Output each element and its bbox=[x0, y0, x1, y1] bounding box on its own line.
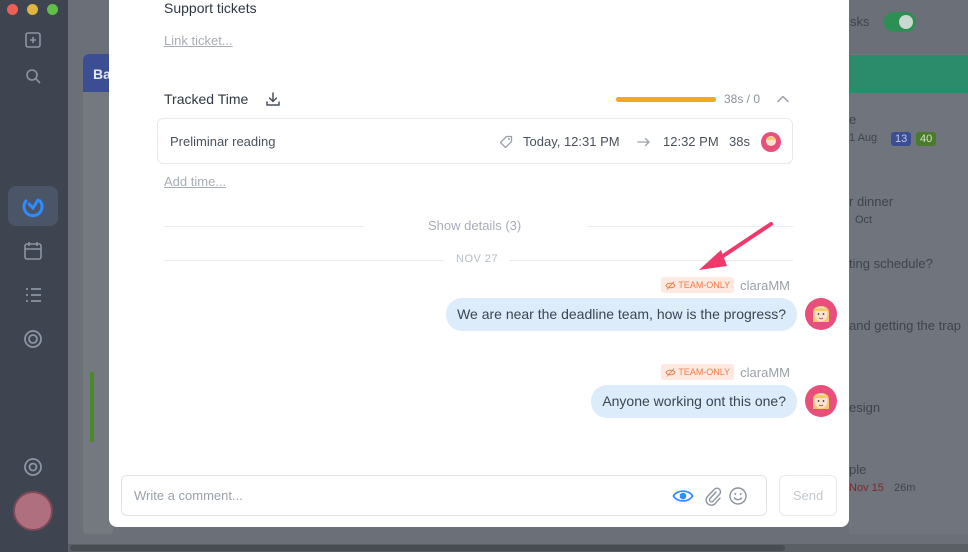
add-time-link[interactable]: Add time... bbox=[164, 174, 226, 189]
window-close-button[interactable] bbox=[7, 4, 18, 15]
background-right-column bbox=[849, 54, 968, 534]
team-only-badge: TEAM-ONLY bbox=[661, 277, 735, 293]
eye-slash-icon bbox=[665, 367, 676, 377]
background-item: 1 Aug bbox=[849, 132, 878, 144]
list-icon[interactable] bbox=[21, 284, 45, 308]
annotation-arrow-icon bbox=[699, 222, 773, 270]
background-item: ple bbox=[849, 462, 867, 477]
search-icon[interactable] bbox=[21, 66, 45, 90]
tracked-time-summary: 38s / 0 bbox=[724, 92, 761, 106]
download-icon[interactable] bbox=[264, 90, 282, 108]
eye-slash-icon bbox=[665, 280, 676, 290]
time-entry-duration: 38s bbox=[729, 134, 750, 149]
background-card-marker bbox=[90, 372, 94, 442]
divider bbox=[164, 260, 444, 261]
show-details-button[interactable]: Show details (3) bbox=[428, 218, 521, 233]
comment-composer bbox=[121, 475, 767, 516]
author-avatar bbox=[805, 298, 837, 330]
arrow-right-icon bbox=[637, 137, 650, 147]
background-toggle bbox=[884, 12, 916, 32]
send-button[interactable]: Send bbox=[779, 475, 837, 516]
message-author: claraMM bbox=[740, 277, 790, 293]
time-progress-bar bbox=[616, 97, 716, 102]
time-entry-end[interactable]: 12:32 PM bbox=[663, 134, 719, 149]
background-item: 26m bbox=[894, 482, 916, 494]
time-entry-row[interactable]: Preliminar reading Today, 12:31 PM 12:32… bbox=[157, 118, 793, 164]
message-bubble: We are near the deadline team, how is th… bbox=[446, 298, 797, 331]
app-sidebar bbox=[0, 0, 68, 552]
message-author: claraMM bbox=[740, 364, 790, 380]
calendar-icon[interactable] bbox=[21, 240, 45, 264]
divider bbox=[164, 226, 364, 227]
background-scrollbar-thumb[interactable] bbox=[70, 545, 785, 551]
window-zoom-button[interactable] bbox=[47, 4, 58, 15]
time-entry-name: Preliminar reading bbox=[170, 134, 276, 149]
chevron-up-icon[interactable] bbox=[776, 92, 790, 106]
paperclip-icon[interactable] bbox=[702, 486, 724, 506]
reports-icon[interactable] bbox=[21, 328, 45, 352]
background-right-column-header bbox=[849, 55, 968, 93]
background-item: and getting the trap bbox=[849, 318, 962, 333]
link-ticket-link[interactable]: Link ticket... bbox=[164, 33, 233, 48]
background-item: Oct bbox=[855, 214, 873, 226]
user-avatar[interactable] bbox=[13, 491, 53, 531]
eye-icon[interactable] bbox=[672, 486, 694, 506]
window-minimize-button[interactable] bbox=[27, 4, 38, 15]
entry-user-avatar bbox=[761, 132, 781, 152]
background-badge: 13 bbox=[891, 132, 912, 146]
background-item: esign bbox=[849, 400, 881, 415]
tag-icon[interactable] bbox=[498, 134, 514, 150]
help-icon[interactable] bbox=[21, 456, 45, 480]
message-meta: TEAM-ONLY claraMM bbox=[661, 277, 790, 293]
message-bubble: Anyone working ont this one? bbox=[591, 385, 797, 418]
new-item-icon[interactable] bbox=[21, 30, 45, 54]
date-separator: NOV 27 bbox=[456, 253, 499, 265]
task-detail-modal: Support tickets Link ticket... Tracked T… bbox=[109, 0, 849, 527]
time-entry-start[interactable]: Today, 12:31 PM bbox=[523, 134, 620, 149]
home-logo-icon[interactable] bbox=[8, 186, 58, 226]
tracked-time-title: Tracked Time bbox=[164, 91, 249, 107]
author-avatar bbox=[805, 385, 837, 417]
team-only-badge: TEAM-ONLY bbox=[661, 364, 735, 380]
background-item: ting schedule? bbox=[849, 256, 933, 271]
background-item: e bbox=[849, 112, 857, 127]
time-progress-fill bbox=[616, 97, 716, 102]
support-tickets-title: Support tickets bbox=[164, 0, 257, 16]
smiley-icon[interactable] bbox=[727, 486, 749, 506]
background-tasks-label: sks bbox=[850, 14, 870, 29]
comment-input[interactable] bbox=[134, 488, 634, 503]
message-meta: TEAM-ONLY claraMM bbox=[661, 364, 790, 380]
background-item: Nov 15 bbox=[849, 482, 884, 494]
background-item: r dinner bbox=[849, 194, 894, 209]
background-badge: 40 bbox=[916, 132, 937, 146]
